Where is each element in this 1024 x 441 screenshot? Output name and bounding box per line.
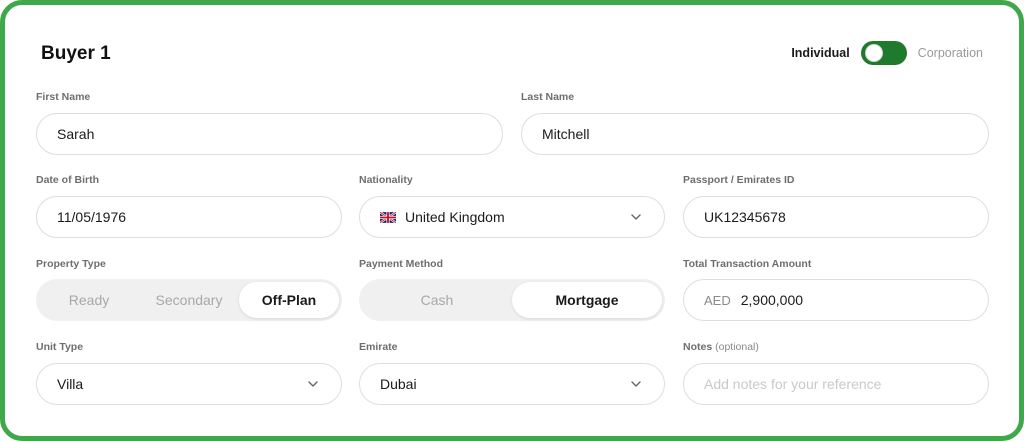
last-name-field[interactable]: Mitchell	[521, 113, 989, 155]
last-name-value: Mitchell	[542, 126, 590, 142]
emirate-value: Dubai	[380, 376, 417, 392]
nationality-label: Nationality	[359, 174, 413, 186]
notes-label: Notes (optional)	[683, 341, 759, 353]
emirate-select[interactable]: Dubai	[359, 363, 665, 405]
chevron-down-icon	[305, 376, 321, 392]
corporation-label: Corporation	[917, 46, 983, 60]
unit-type-label: Unit Type	[36, 341, 84, 353]
property-type-segmented: Ready Secondary Off-Plan	[36, 279, 342, 321]
chevron-down-icon	[628, 209, 644, 225]
payment-method-mortgage[interactable]: Mortgage	[512, 282, 662, 318]
property-type-off-plan[interactable]: Off-Plan	[239, 282, 339, 318]
property-type-label: Property Type	[36, 258, 106, 270]
amount-field[interactable]: AED 2,900,000	[683, 279, 989, 321]
payment-method-cash[interactable]: Cash	[362, 282, 512, 318]
property-type-secondary[interactable]: Secondary	[139, 282, 239, 318]
chevron-down-icon	[628, 376, 644, 392]
buyer-title: Buyer 1	[41, 43, 111, 64]
amount-label: Total Transaction Amount	[683, 258, 812, 270]
payment-method-label: Payment Method	[359, 258, 444, 270]
dob-field[interactable]: 11/05/1976	[36, 196, 342, 238]
last-name-label: Last Name	[521, 91, 575, 103]
first-name-value: Sarah	[57, 126, 95, 142]
emirate-label: Emirate	[359, 341, 398, 353]
notes-optional-text: (optional)	[715, 341, 759, 353]
buyer-type-switch[interactable]	[860, 41, 907, 65]
unit-type-select[interactable]: Villa	[36, 363, 342, 405]
buyer-type-toggle-group: Individual Corporation	[791, 41, 983, 65]
passport-label: Passport / Emirates ID	[683, 174, 795, 186]
property-type-ready[interactable]: Ready	[39, 282, 139, 318]
dob-value: 11/05/1976	[57, 209, 127, 225]
first-name-label: First Name	[36, 91, 91, 103]
passport-value: UK12345678	[704, 209, 786, 225]
passport-field[interactable]: UK12345678	[683, 196, 989, 238]
individual-label: Individual	[791, 46, 850, 60]
currency-prefix: AED	[704, 292, 731, 308]
payment-method-segmented: Cash Mortgage	[359, 279, 665, 321]
buyer-card: Buyer 1 Individual Corporation First Nam…	[0, 0, 1024, 441]
notes-field[interactable]: Add notes for your reference	[683, 363, 989, 405]
uk-flag-icon	[380, 212, 396, 223]
nationality-value: United Kingdom	[405, 209, 505, 225]
first-name-field[interactable]: Sarah	[36, 113, 503, 155]
notes-label-text: Notes	[683, 341, 713, 353]
amount-value: 2,900,000	[740, 292, 804, 308]
nationality-select[interactable]: United Kingdom	[359, 196, 665, 238]
notes-placeholder: Add notes for your reference	[704, 376, 882, 392]
switch-knob	[864, 44, 883, 62]
dob-label: Date of Birth	[36, 174, 99, 186]
unit-type-value: Villa	[57, 376, 84, 392]
